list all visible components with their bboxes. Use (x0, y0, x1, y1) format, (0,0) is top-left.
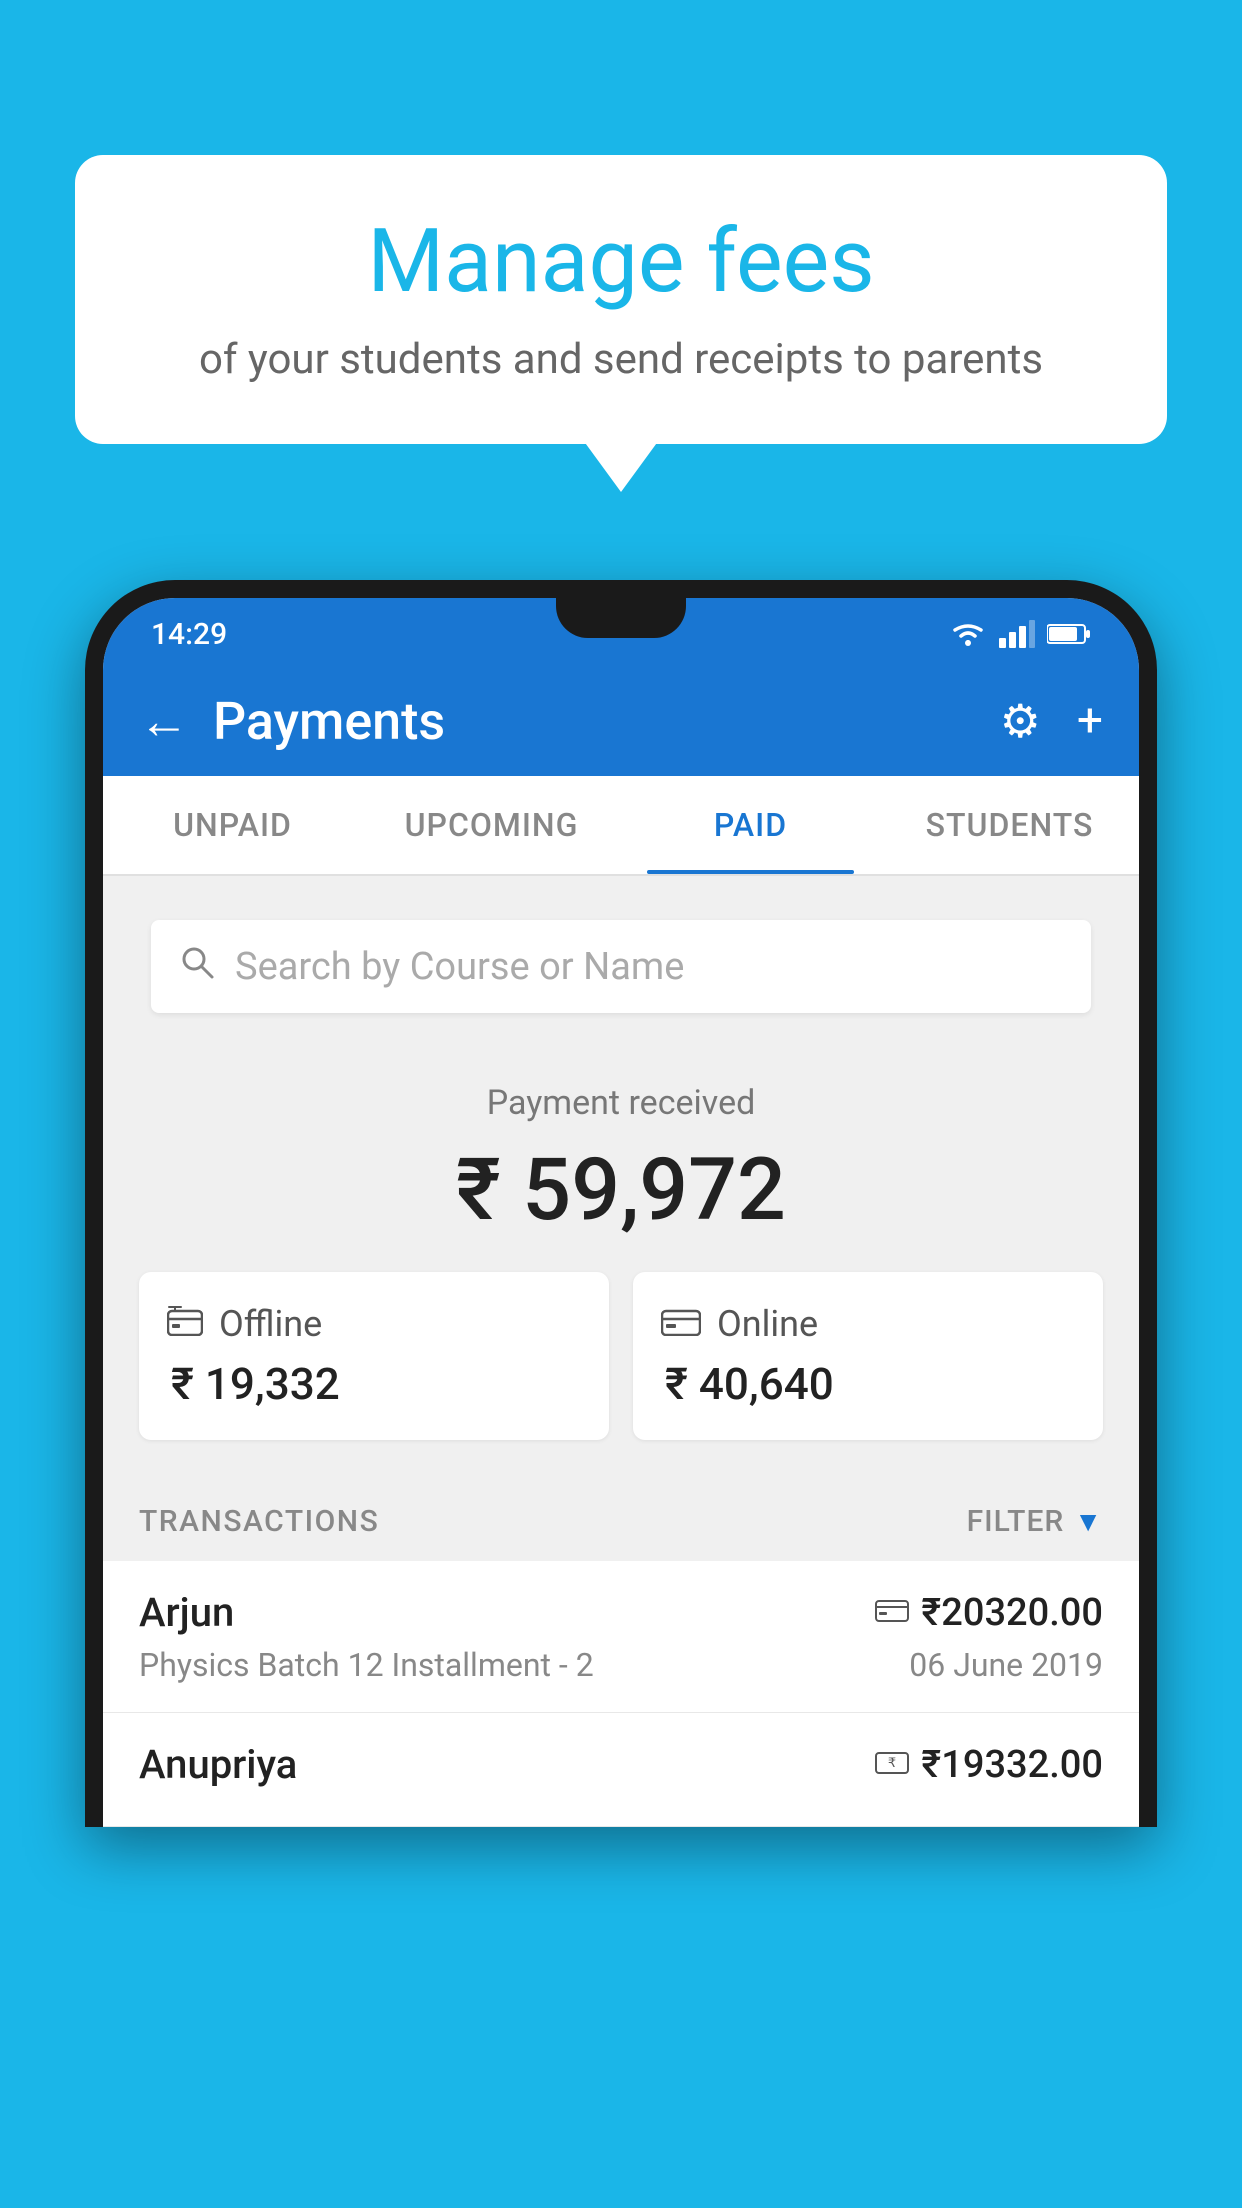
speech-bubble: Manage fees of your students and send re… (75, 155, 1167, 444)
tab-unpaid[interactable]: UNPAID (103, 776, 362, 874)
tab-paid[interactable]: PAID (621, 776, 880, 874)
search-placeholder: Search by Course or Name (235, 945, 684, 989)
offline-icon (167, 1302, 203, 1346)
payment-cards: Offline ₹ 19,332 (139, 1272, 1103, 1440)
search-bar[interactable]: Search by Course or Name (151, 920, 1091, 1013)
offline-amount: ₹ 19,332 (167, 1358, 340, 1410)
speech-bubble-title: Manage fees (135, 210, 1107, 313)
card-payment-icon (875, 1594, 909, 1632)
amount-block: ₹ ₹19332.00 (875, 1743, 1103, 1787)
search-icon (179, 942, 215, 991)
student-name: Arjun (139, 1589, 234, 1636)
phone-screen: 14:29 (103, 598, 1139, 1827)
student-name: Anupriya (139, 1741, 297, 1788)
wifi-icon (949, 620, 987, 648)
status-icons (949, 620, 1091, 648)
transaction-amount: ₹19332.00 (921, 1743, 1103, 1787)
filter-icon: ▼ (1074, 1505, 1103, 1538)
filter-button[interactable]: FILTER ▼ (967, 1504, 1103, 1539)
app-bar-icons: ⚙ + (1000, 694, 1103, 749)
amount-block: ₹20320.00 (875, 1591, 1103, 1635)
online-amount: ₹ 40,640 (661, 1358, 834, 1410)
back-button[interactable]: ← (139, 692, 189, 751)
speech-bubble-subtitle: of your students and send receipts to pa… (135, 335, 1107, 384)
status-time: 14:29 (151, 617, 227, 652)
online-card: Online ₹ 40,640 (633, 1272, 1103, 1440)
online-label: Online (717, 1303, 818, 1345)
offline-card: Offline ₹ 19,332 (139, 1272, 609, 1440)
phone-outer: 14:29 (85, 580, 1157, 1827)
payment-summary: Payment received ₹ 59,972 (103, 1041, 1139, 1476)
cash-payment-icon: ₹ (875, 1746, 909, 1784)
signal-icon (999, 620, 1035, 648)
course-info: Physics Batch 12 Installment - 2 (139, 1646, 594, 1684)
filter-label: FILTER (967, 1504, 1065, 1539)
online-icon (661, 1302, 701, 1346)
transaction-list: Arjun ₹20320.00 (103, 1561, 1139, 1827)
app-bar: ← Payments ⚙ + (103, 666, 1139, 776)
battery-icon (1047, 622, 1091, 646)
tab-students[interactable]: STUDENTS (880, 776, 1139, 874)
table-row[interactable]: Arjun ₹20320.00 (103, 1561, 1139, 1713)
date-info: 06 June 2019 (909, 1646, 1103, 1684)
offline-label: Offline (219, 1303, 322, 1345)
table-row[interactable]: Anupriya ₹ ₹19332.00 (103, 1713, 1139, 1827)
svg-text:₹: ₹ (888, 1755, 896, 1770)
tabs-container: UNPAID UPCOMING PAID STUDENTS (103, 776, 1139, 876)
app-title: Payments (213, 691, 1000, 752)
transaction-amount: ₹20320.00 (921, 1591, 1103, 1635)
transactions-label: TRANSACTIONS (139, 1504, 379, 1539)
payment-label: Payment received (139, 1083, 1103, 1123)
tab-upcoming[interactable]: UPCOMING (362, 776, 621, 874)
phone-wrapper: 14:29 (85, 580, 1157, 2208)
settings-button[interactable]: ⚙ (1000, 694, 1041, 749)
add-button[interactable]: + (1077, 694, 1103, 748)
payment-total: ₹ 59,972 (139, 1139, 1103, 1240)
transactions-header: TRANSACTIONS FILTER ▼ (103, 1476, 1139, 1561)
